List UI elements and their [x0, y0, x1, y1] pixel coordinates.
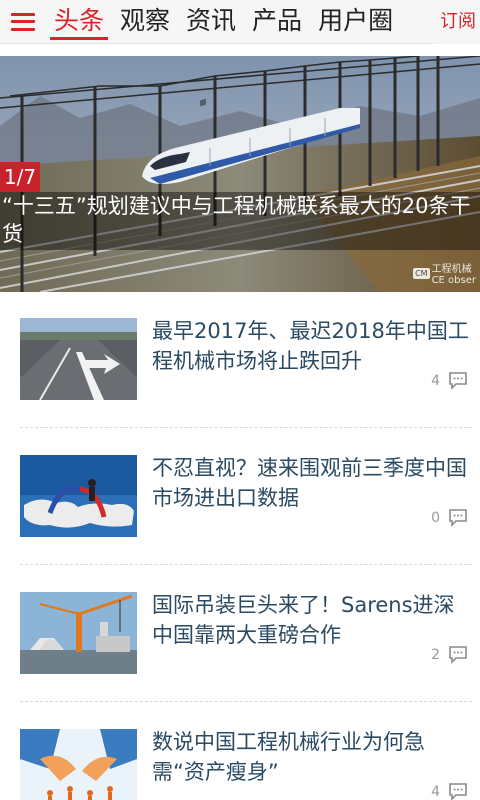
- comment-icon[interactable]: [448, 372, 468, 390]
- tab-news[interactable]: 资讯: [178, 0, 244, 44]
- comment-count-value: 2: [431, 647, 440, 663]
- comment-count-value: 4: [431, 373, 440, 389]
- article-title: 国际吊装巨头来了！Sarens进深中国靠两大重磅合作: [152, 593, 455, 647]
- comment-count: 4: [431, 783, 468, 800]
- hamburger-menu-icon[interactable]: [0, 0, 46, 44]
- tab-observation[interactable]: 观察: [112, 0, 178, 44]
- comment-count: 4: [431, 372, 468, 390]
- watermark-logo: CM: [413, 267, 430, 279]
- article-title: 最早2017年、最迟2018年中国工程机械市场将止跌回升: [152, 319, 469, 373]
- comment-icon[interactable]: [448, 783, 468, 800]
- top-nav-bar: 头条 观察 资讯 产品 用户圈 订阅: [0, 0, 480, 44]
- article-title: 数说中国工程机械行业为何急需“资产瘦身”: [152, 730, 425, 784]
- tab-headlines[interactable]: 头条: [46, 0, 112, 44]
- list-item[interactable]: 最早2017年、最迟2018年中国工程机械市场将止跌回升 4: [20, 292, 472, 428]
- list-item[interactable]: 国际吊装巨头来了！Sarens进深中国靠两大重磅合作 2: [20, 566, 472, 702]
- article-thumbnail-hands: [20, 729, 137, 800]
- subscribe-button[interactable]: 订阅: [428, 0, 480, 44]
- banner-caption: “十三五”规划建议中与工程机械联系最大的20条干货: [0, 192, 480, 250]
- article-title: 不忍直视？速来围观前三季度中国市场进出口数据: [152, 456, 467, 510]
- list-item[interactable]: 数说中国工程机械行业为何急需“资产瘦身” 4: [20, 703, 472, 800]
- slide-counter: 1/7: [0, 162, 40, 192]
- comment-count: 0: [431, 509, 468, 527]
- watermark: CM 工程机械 CE obser: [413, 264, 476, 286]
- article-thumbnail-road: [20, 318, 137, 400]
- comment-icon[interactable]: [448, 509, 468, 527]
- article-thumbnail-crane: [20, 592, 137, 674]
- article-thumbnail-trade-map: [20, 455, 137, 537]
- comment-count-value: 0: [431, 510, 440, 526]
- high-speed-train-image: [0, 56, 480, 292]
- category-tabs: 头条 观察 资讯 产品 用户圈: [46, 0, 480, 44]
- comment-count-value: 4: [431, 784, 440, 800]
- tab-products[interactable]: 产品: [244, 0, 310, 44]
- featured-banner[interactable]: 1/7 “十三五”规划建议中与工程机械联系最大的20条干货 CM 工程机械 CE…: [0, 56, 480, 292]
- tab-user-circle[interactable]: 用户圈: [310, 0, 401, 44]
- comment-count: 2: [431, 646, 468, 664]
- comment-icon[interactable]: [448, 646, 468, 664]
- list-item[interactable]: 不忍直视？速来围观前三季度中国市场进出口数据 0: [20, 429, 472, 565]
